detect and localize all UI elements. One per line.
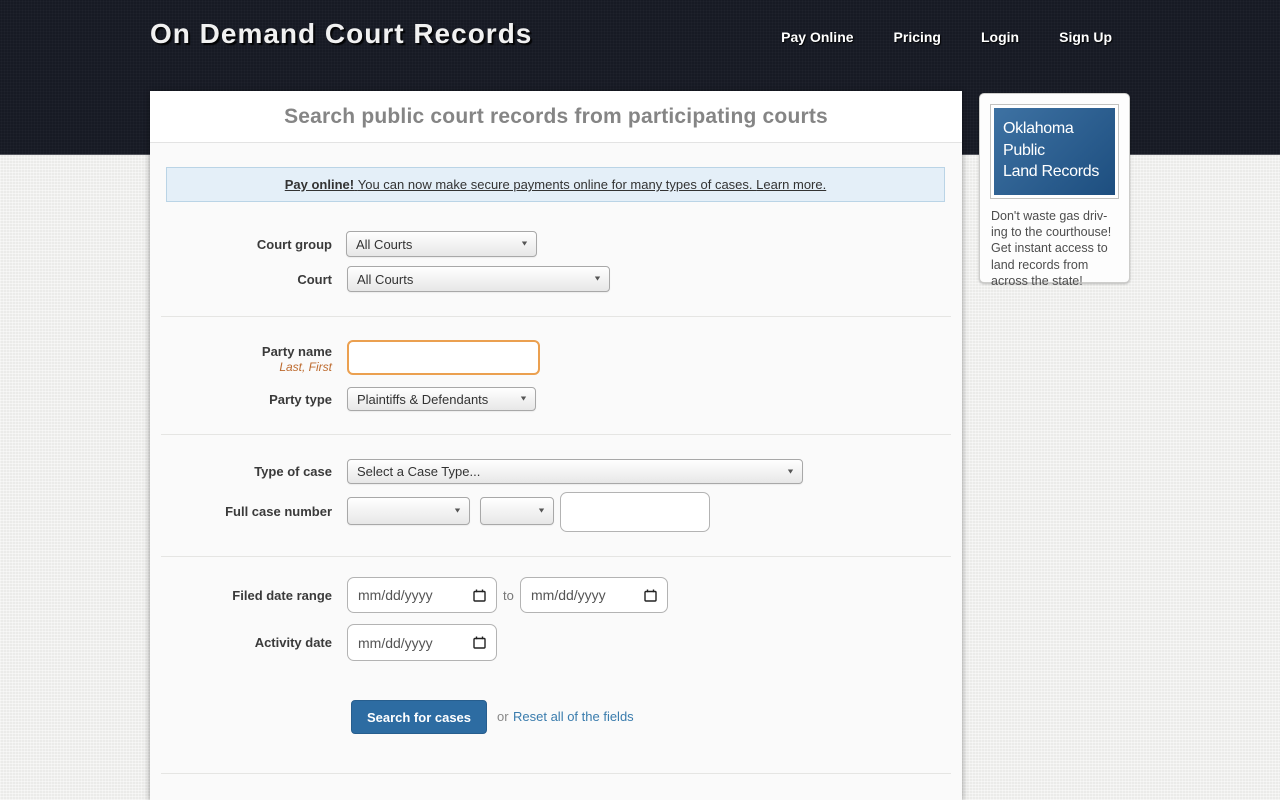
nav-pricing[interactable]: Pricing [894,29,941,45]
banner-learn-more-link[interactable]: Learn more. [756,177,826,192]
filed-date-to-input[interactable] [520,577,668,613]
filed-date-label: Filed date range [232,588,332,603]
land-records-ad[interactable]: Oklahoma Public Land Records Don't waste… [979,93,1130,288]
party-name-row: Party name Last, First [150,340,962,375]
calendar-icon[interactable] [473,589,486,602]
ad-text-line: ing to the courthouse! [991,225,1112,240]
court-group-row: Court group All Courts ▼ [150,231,962,257]
banner-body-text: You can now make secure payments online … [354,177,757,192]
search-for-cases-button[interactable]: Search for cases [351,700,487,734]
filed-date-from-input[interactable] [347,577,497,613]
banner-lead-text: Pay online! [284,177,355,192]
party-type-select[interactable]: Plaintiffs & Defendants ▼ [347,387,536,411]
actions-row: Search for cases or Reset all of the fie… [150,700,962,734]
case-type-select[interactable]: Select a Case Type... ▼ [347,459,803,484]
chevron-down-icon: ▼ [786,468,796,475]
chevron-down-icon: ▼ [537,507,547,515]
date-range-to-label: to [503,588,514,603]
court-group-value: All Courts [356,236,413,252]
ad-title-line: Oklahoma [1003,120,1074,137]
case-number-type-select[interactable]: ▼ [480,497,554,525]
chevron-down-icon: ▼ [593,275,603,283]
ad-image-frame: Oklahoma Public Land Records [990,104,1119,199]
ad-text-line: land records from [991,257,1089,272]
calendar-icon[interactable] [644,589,657,602]
court-group-label: Court group [256,237,332,252]
activity-date-row: Activity date [150,624,962,661]
court-select[interactable]: All Courts ▼ [347,266,610,292]
case-number-row: Full case number ▼ ▼ [150,492,962,532]
activity-date-input[interactable] [347,624,497,661]
section-divider [161,556,951,557]
party-name-input[interactable] [347,340,540,375]
ad-title-line: Public [1003,141,1045,159]
court-value: All Courts [357,271,414,287]
section-divider [161,316,951,317]
ad-title-line: Land Records [1003,163,1100,181]
chevron-down-icon: ▼ [453,507,463,515]
reset-fields-link[interactable]: Reset all of the fields [513,709,634,724]
search-panel: Search public court records from partici… [150,91,962,800]
or-text: or [497,709,509,724]
ad-text-line: Get instant access to [991,241,1108,256]
pay-online-banner[interactable]: Pay online! You can now make secure paym… [166,167,945,202]
party-name-label: Party name Last, First [150,344,332,374]
page-title: Search public court records from partici… [150,91,962,143]
activity-date-label: Activity date [254,635,332,650]
case-type-label: Type of case [254,464,332,479]
site-logo[interactable]: On Demand Court Records [150,18,532,50]
section-divider [161,434,951,435]
case-type-value: Select a Case Type... [357,464,481,479]
court-group-select[interactable]: All Courts ▼ [346,231,537,257]
filed-date-row: Filed date range to [150,577,962,613]
chevron-down-icon: ▼ [519,395,529,403]
nav-login[interactable]: Login [981,29,1019,45]
calendar-icon[interactable] [473,636,486,649]
party-type-label: Party type [269,392,332,407]
case-number-year-select[interactable]: ▼ [347,497,470,525]
court-row: Court All Courts ▼ [150,266,962,292]
ad-text-line: Don't waste gas driv- [991,208,1108,223]
case-number-label: Full case number [225,504,332,519]
party-type-value: Plaintiffs & Defendants [357,391,489,407]
party-name-format-hint: Last, First [279,360,332,374]
party-type-row: Party type Plaintiffs & Defendants ▼ [150,387,962,411]
nav-pay-online[interactable]: Pay Online [781,29,853,45]
section-divider [161,773,951,774]
ad-description: Don't waste gas driv- ing to the courtho… [991,208,1118,289]
ad-text-line: across the state! [991,273,1083,288]
case-type-row: Type of case Select a Case Type... ▼ [150,459,962,484]
court-label: Court [297,272,332,287]
ad-banner: Oklahoma Public Land Records [994,108,1115,195]
nav-sign-up[interactable]: Sign Up [1059,29,1112,45]
chevron-down-icon: ▼ [520,240,530,248]
main-nav: Pay Online Pricing Login Sign Up [781,29,1112,45]
case-number-input[interactable] [560,492,710,532]
